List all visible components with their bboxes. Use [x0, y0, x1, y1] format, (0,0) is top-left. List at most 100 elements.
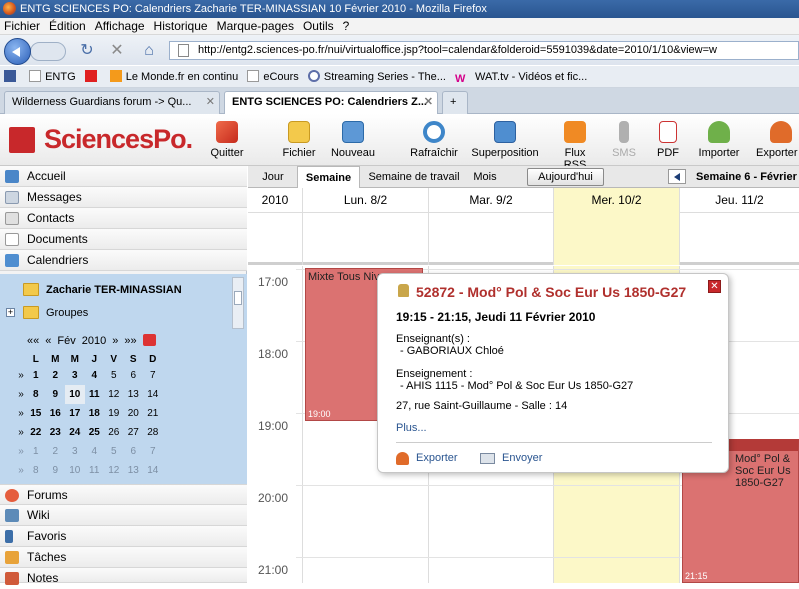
minical-day[interactable]: 26 — [104, 423, 124, 442]
tab-semaine[interactable]: Semaine — [297, 166, 360, 188]
last-month-button[interactable]: »» — [124, 335, 136, 347]
year-select[interactable]: 2010 — [82, 335, 106, 347]
minical-day[interactable]: 9 — [46, 461, 66, 480]
week-select-marker[interactable]: » — [16, 442, 26, 461]
minical-day[interactable]: 7 — [143, 442, 163, 461]
minical-day[interactable]: 17 — [65, 404, 85, 423]
menu-marque-pages[interactable]: Marque-pages — [213, 18, 299, 33]
minical-day[interactable]: 3 — [65, 442, 85, 461]
minical-day[interactable]: 6 — [124, 442, 144, 461]
sidebar-item-calendriers[interactable]: Calendriers — [0, 250, 247, 271]
week-select-marker[interactable]: » — [16, 461, 26, 480]
minical-day[interactable]: 14 — [143, 461, 163, 480]
quitter-button[interactable]: Quitter — [206, 121, 248, 159]
today-calendar-icon[interactable] — [142, 334, 156, 346]
sidebar-item-favoris[interactable]: Favoris — [0, 526, 247, 547]
sidebar-item-wiki[interactable]: Wiki — [0, 505, 247, 526]
day-header-mon[interactable]: Lun. 8/2 — [302, 188, 428, 213]
sidebar-item-documents[interactable]: Documents — [0, 229, 247, 250]
minical-day[interactable]: 2 — [46, 442, 66, 461]
bookmark-entg[interactable]: ENTG — [29, 66, 76, 87]
bookmark-streaming[interactable]: Streaming Series - The... — [307, 66, 446, 87]
browser-tab-entg[interactable]: ENTG SCIENCES PO: Calendriers Z... ✕ — [224, 91, 438, 114]
fichier-button[interactable]: Fichier — [280, 121, 318, 159]
sidebar-item-accueil[interactable]: Accueil — [0, 166, 247, 187]
expand-icon[interactable]: + — [6, 308, 15, 317]
flux-rss-button[interactable]: Flux RSS — [553, 121, 597, 171]
prev-month-button[interactable]: « — [45, 335, 51, 347]
minical-day[interactable]: 11 — [85, 385, 105, 404]
minical-day[interactable]: 12 — [104, 461, 124, 480]
superposition-button[interactable]: Superposition — [470, 121, 540, 159]
close-tab-icon[interactable]: ✕ — [424, 92, 433, 113]
minical-day[interactable]: 9 — [46, 385, 66, 404]
minical-day[interactable]: 24 — [65, 423, 85, 442]
minical-day[interactable]: 7 — [143, 366, 163, 385]
menu-affichage[interactable]: Affichage — [91, 18, 150, 33]
minical-day[interactable]: 25 — [85, 423, 105, 442]
folder-scrollbar[interactable] — [232, 277, 244, 329]
url-bar[interactable]: http://entg2.sciences-po.fr/nui/virtualo… — [169, 41, 799, 60]
bookmark-wat[interactable]: W WAT.tv - Vidéos et fic... — [455, 66, 587, 87]
today-button[interactable]: Aujourd'hui — [527, 168, 604, 186]
menu-outils[interactable]: Outils — [299, 18, 339, 33]
minical-day[interactable]: 13 — [124, 385, 144, 404]
menu-help[interactable]: ? — [339, 18, 355, 33]
minical-day[interactable]: 22 — [26, 423, 46, 442]
forward-button[interactable] — [30, 42, 66, 61]
minical-day[interactable]: 10 — [65, 461, 85, 480]
sidebar-item-notes[interactable]: Notes — [0, 568, 247, 585]
minical-day[interactable]: 4 — [85, 442, 105, 461]
tab-semaine-travail[interactable]: Semaine de travail — [364, 166, 464, 188]
minical-day[interactable]: 12 — [104, 385, 124, 404]
minical-day[interactable]: 13 — [124, 461, 144, 480]
stop-icon[interactable]: ✕ — [108, 42, 126, 60]
popup-export-button[interactable]: Exporter — [396, 452, 458, 465]
folder-zacharie[interactable]: Zacharie TER-MINASSIAN — [23, 281, 182, 299]
close-popup-button[interactable]: ✕ — [708, 280, 721, 293]
rafraichir-button[interactable]: Rafraîchir — [410, 121, 458, 159]
minical-day[interactable]: 1 — [26, 366, 46, 385]
close-tab-icon[interactable]: ✕ — [206, 92, 215, 113]
home-icon[interactable]: ⌂ — [140, 42, 158, 60]
menu-fichier[interactable]: Fichier — [0, 18, 45, 33]
minical-day[interactable]: 5 — [104, 366, 124, 385]
more-link[interactable]: Plus... — [396, 422, 427, 434]
nouveau-button[interactable]: Nouveau — [330, 121, 376, 159]
sidebar-item-contacts[interactable]: Contacts — [0, 208, 247, 229]
minical-day[interactable]: 10 — [65, 385, 85, 404]
next-month-button[interactable]: » — [112, 335, 118, 347]
reload-icon[interactable]: ↻ — [78, 42, 96, 60]
minical-day[interactable]: 14 — [143, 385, 163, 404]
browser-tab-wilderness[interactable]: Wilderness Guardians forum -> Qu... ✕ — [4, 91, 220, 114]
minical-day[interactable]: 20 — [124, 404, 144, 423]
minical-day[interactable]: 18 — [85, 404, 105, 423]
minical-day[interactable]: 16 — [46, 404, 66, 423]
minical-day[interactable]: 1 — [26, 442, 46, 461]
menu-edition[interactable]: Édition — [45, 18, 91, 33]
minical-day[interactable]: 23 — [46, 423, 66, 442]
week-select-marker[interactable]: » — [16, 385, 26, 404]
sidebar-item-forums[interactable]: Forums — [0, 484, 247, 505]
minical-day[interactable]: 2 — [46, 366, 66, 385]
minical-day[interactable]: 15 — [26, 404, 46, 423]
minical-day[interactable]: 4 — [85, 366, 105, 385]
new-tab-button[interactable]: + — [442, 91, 468, 114]
week-select-marker[interactable]: » — [16, 366, 26, 385]
first-month-button[interactable]: «« — [27, 335, 39, 347]
week-select-marker[interactable]: » — [16, 423, 26, 442]
minical-day[interactable]: 8 — [26, 385, 46, 404]
month-select[interactable]: Fév — [57, 335, 75, 347]
menu-historique[interactable]: Historique — [150, 18, 213, 33]
back-button[interactable] — [4, 38, 31, 65]
day-header-wed[interactable]: Mer. 10/2 — [553, 188, 679, 213]
week-select-marker[interactable]: » — [16, 404, 26, 423]
minical-day[interactable]: 21 — [143, 404, 163, 423]
folder-groupes[interactable]: Groupes — [23, 304, 88, 322]
facebook-bookmark[interactable] — [4, 66, 20, 87]
pdf-button[interactable]: PDF — [656, 121, 680, 159]
day-header-thu[interactable]: Jeu. 11/2 — [679, 188, 799, 213]
prev-week-button[interactable] — [668, 169, 686, 184]
minical-day[interactable]: 11 — [85, 461, 105, 480]
exporter-button[interactable]: Exporter — [756, 121, 799, 159]
